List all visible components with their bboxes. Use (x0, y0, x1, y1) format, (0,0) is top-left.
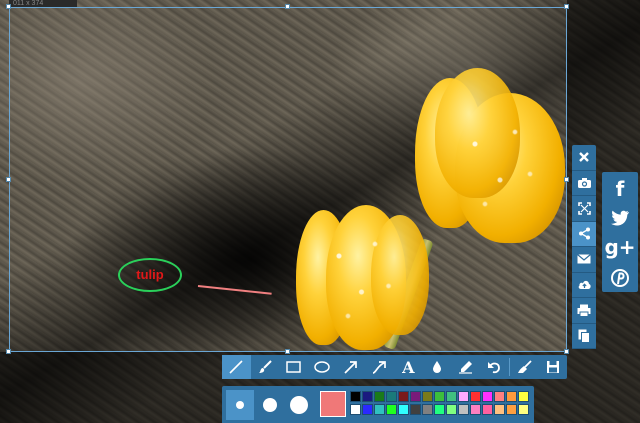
social-share-panel: f g+ (602, 172, 638, 292)
color-swatch[interactable] (518, 404, 529, 415)
current-color-swatch[interactable] (320, 391, 346, 417)
color-swatch[interactable] (386, 391, 397, 402)
line-tool-icon[interactable] (222, 355, 251, 379)
color-swatch[interactable] (362, 404, 373, 415)
pen-size-small[interactable] (226, 390, 254, 420)
copy-icon[interactable] (572, 324, 596, 349)
color-palette (350, 391, 530, 417)
color-swatch[interactable] (506, 391, 517, 402)
color-swatch[interactable] (470, 404, 481, 415)
color-swatch[interactable] (518, 391, 529, 402)
cloud-upload-icon[interactable] (572, 273, 596, 298)
arrow-tool-icon[interactable] (337, 355, 366, 379)
fullscreen-icon[interactable] (572, 196, 596, 222)
capture-size-label: 011 x 374 (9, 0, 77, 7)
color-swatch[interactable] (374, 391, 385, 402)
blur-tool-icon[interactable] (423, 355, 452, 379)
resize-handle-e[interactable] (564, 177, 569, 182)
color-swatch[interactable] (482, 391, 493, 402)
color-swatch[interactable] (470, 391, 481, 402)
color-swatch[interactable] (362, 391, 373, 402)
share-icon[interactable] (572, 221, 596, 247)
resize-handle-ne[interactable] (564, 4, 569, 9)
color-swatch[interactable] (410, 404, 421, 415)
color-swatch[interactable] (350, 404, 361, 415)
color-swatch[interactable] (386, 404, 397, 415)
ellipse-tool-icon[interactable] (308, 355, 337, 379)
color-swatch[interactable] (350, 391, 361, 402)
color-swatch[interactable] (482, 404, 493, 415)
google-plus-icon[interactable]: g+ (604, 235, 635, 259)
color-swatch[interactable] (398, 391, 409, 402)
close-icon[interactable] (572, 145, 596, 171)
color-swatch[interactable] (494, 404, 505, 415)
color-swatch[interactable] (410, 391, 421, 402)
text-tool-icon[interactable]: A (394, 355, 423, 379)
rectangle-tool-icon[interactable] (279, 355, 308, 379)
color-swatch[interactable] (434, 404, 445, 415)
facebook-icon[interactable]: f (616, 177, 625, 201)
color-swatch[interactable] (434, 391, 445, 402)
color-swatch[interactable] (446, 391, 457, 402)
email-icon[interactable] (572, 247, 596, 273)
undo-icon[interactable] (480, 355, 509, 379)
color-swatch[interactable] (374, 404, 385, 415)
highlighter-tool-icon[interactable] (451, 355, 480, 379)
pinterest-icon[interactable] (611, 268, 629, 288)
color-swatch[interactable] (506, 404, 517, 415)
save-icon[interactable] (538, 355, 567, 379)
clear-brush-icon[interactable] (510, 355, 539, 379)
color-swatch[interactable] (398, 404, 409, 415)
capture-region[interactable] (9, 7, 567, 352)
drawing-toolbar: A (222, 355, 567, 379)
resize-handle-nw[interactable] (6, 4, 11, 9)
side-toolbar (572, 145, 596, 349)
print-icon[interactable] (572, 298, 596, 324)
pen-size-medium[interactable] (256, 390, 284, 420)
color-swatch[interactable] (422, 391, 433, 402)
resize-handle-se[interactable] (564, 349, 569, 354)
twitter-icon[interactable] (610, 210, 630, 226)
color-swatch[interactable] (458, 391, 469, 402)
brush-tool-icon[interactable] (251, 355, 280, 379)
annotation-text[interactable]: tulip (118, 258, 182, 292)
pen-size-large[interactable] (285, 390, 313, 420)
color-swatch[interactable] (458, 404, 469, 415)
color-swatch[interactable] (446, 404, 457, 415)
curved-arrow-tool-icon[interactable] (365, 355, 394, 379)
camera-icon[interactable] (572, 171, 596, 196)
resize-handle-sw[interactable] (6, 349, 11, 354)
color-swatch[interactable] (422, 404, 433, 415)
resize-handle-n[interactable] (285, 4, 290, 9)
color-swatch[interactable] (494, 391, 505, 402)
resize-handle-s[interactable] (285, 349, 290, 354)
resize-handle-w[interactable] (6, 177, 11, 182)
